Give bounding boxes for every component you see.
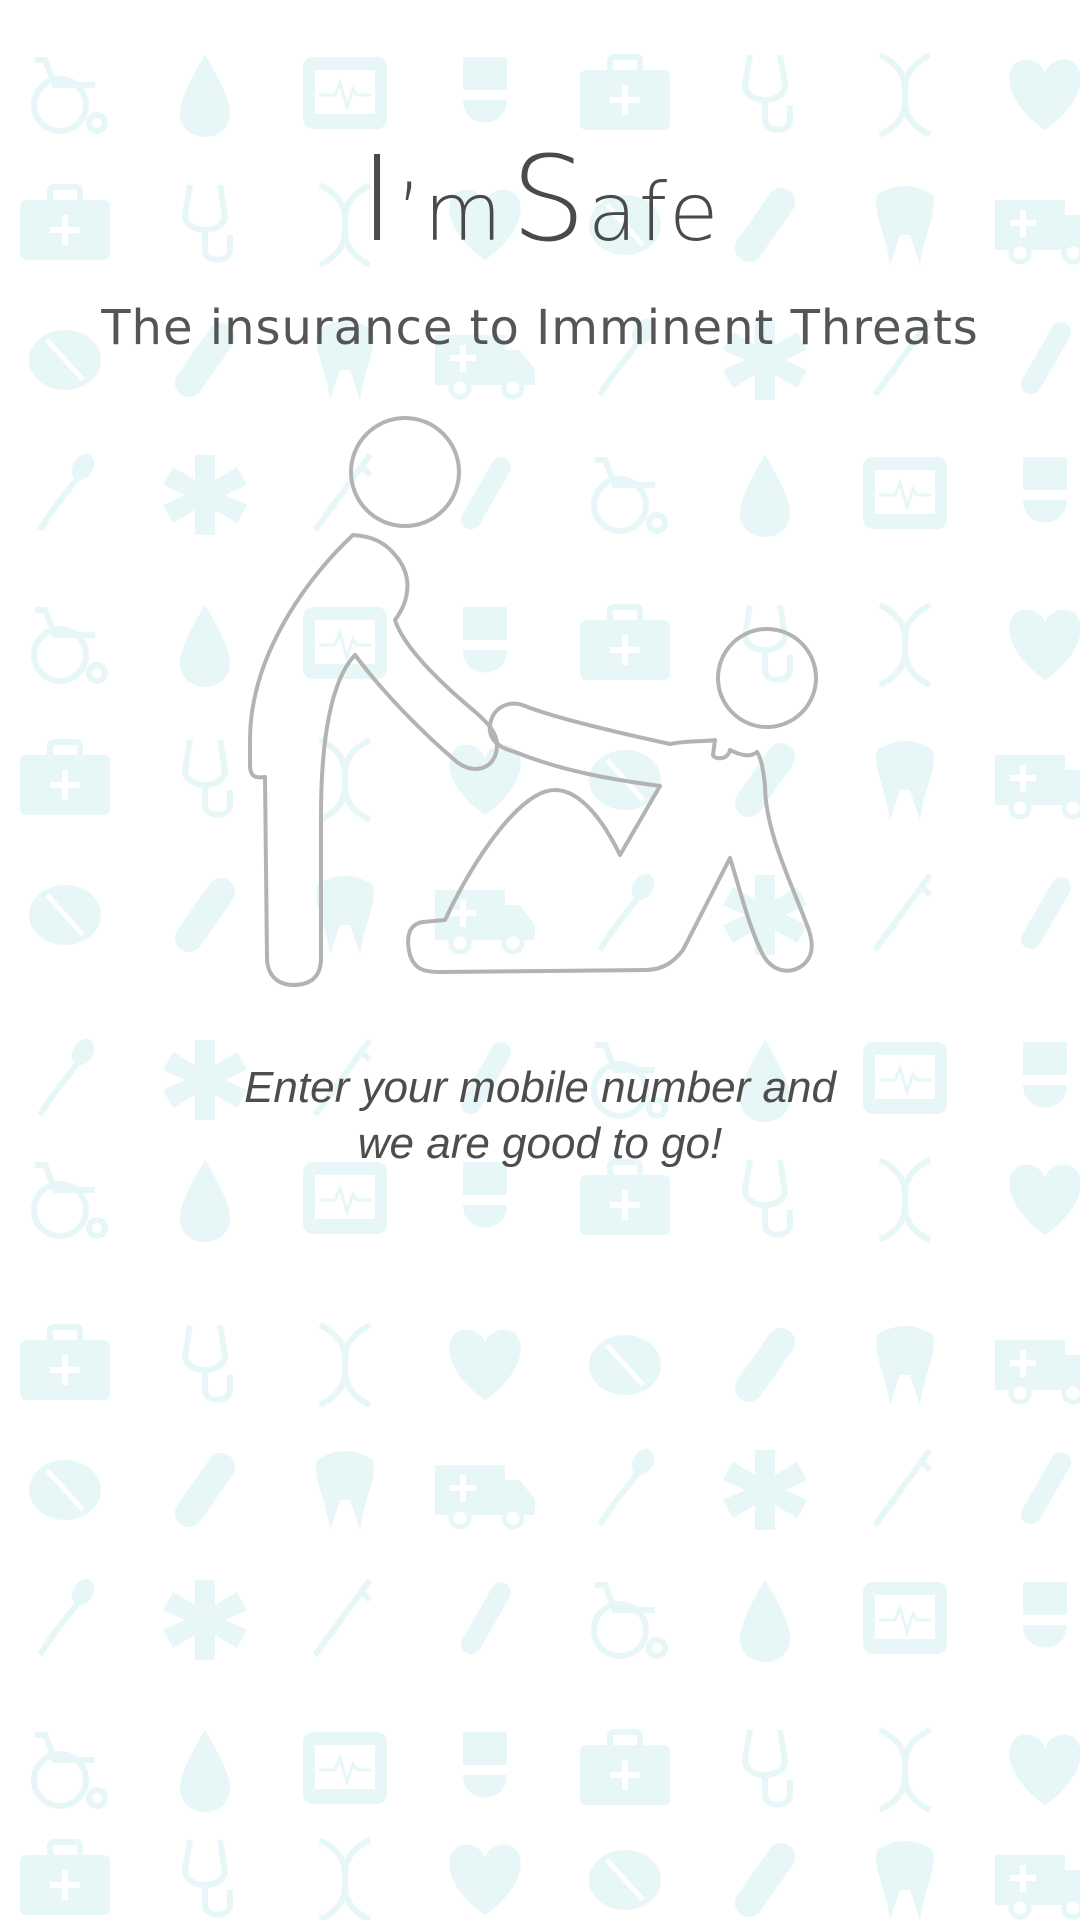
welcome-screen: I’m Safe The insurance to Imminent Threa… — [0, 0, 1080, 1920]
sitting-person-head — [716, 627, 818, 729]
standing-person-body — [248, 533, 499, 987]
app-title-part1-rest: ’m — [396, 166, 504, 259]
tagline: The insurance to Imminent Threats — [101, 300, 979, 356]
app-title-part2-rest: afe — [587, 166, 721, 259]
instruction-text: Enter your mobile number and we are good… — [0, 1060, 1080, 1172]
instruction-line-2: we are good to go! — [357, 1119, 723, 1168]
app-title-part1-initial: I — [359, 130, 397, 268]
sitting-person-body — [406, 701, 814, 974]
standing-person-head — [349, 416, 461, 528]
person-helping-fallen-person-icon — [248, 416, 818, 987]
app-title-part2-initial: S — [510, 130, 588, 268]
instruction-line-1: Enter your mobile number and — [244, 1063, 836, 1112]
app-title: I’m Safe — [0, 140, 1080, 258]
